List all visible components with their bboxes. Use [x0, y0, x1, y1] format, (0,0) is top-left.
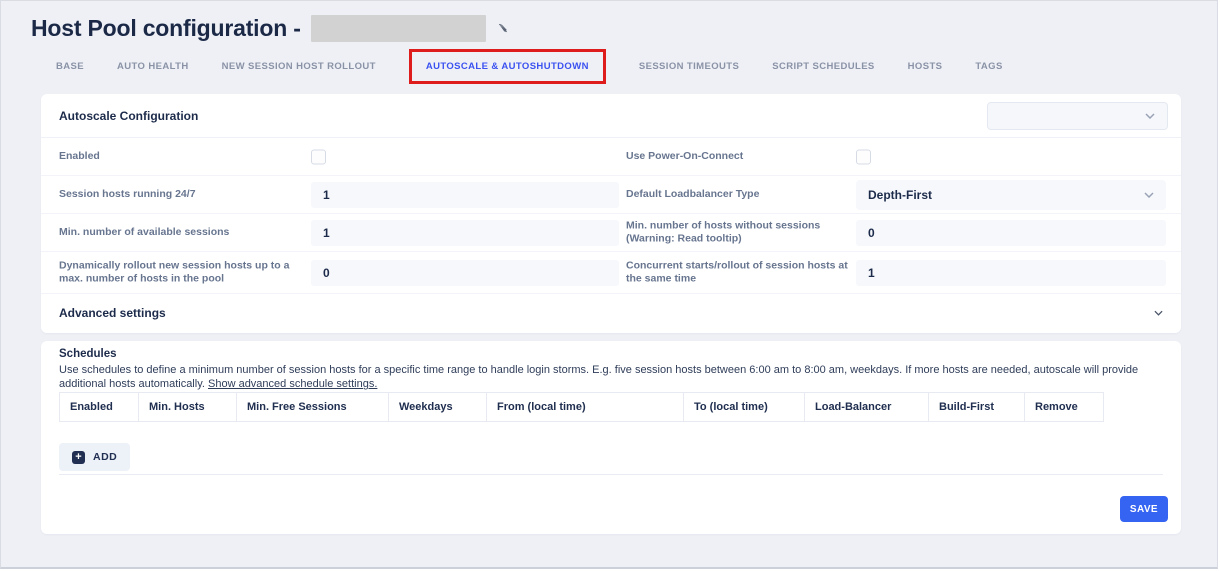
default-loadbalancer-type-label: Default Loadbalancer Type [626, 188, 854, 202]
schedules-card: Schedules Use schedules to define a mini… [41, 341, 1181, 534]
config-tabs: BASE AUTO HEALTH NEW SESSION HOST ROLLOU… [56, 47, 1003, 85]
form-row-session-hosts-247: Session hosts running 24/7 Default Loadb… [41, 176, 1181, 214]
tab-base[interactable]: BASE [56, 61, 84, 72]
dynamic-rollout-label: Dynamically rollout new session hosts up… [59, 259, 301, 286]
host-pool-configuration-page: Host Pool configuration - BASE AUTO HEAL… [0, 0, 1218, 569]
tab-auto-health[interactable]: AUTO HEALTH [117, 61, 189, 72]
col-enabled: Enabled [60, 393, 139, 422]
col-min-hosts: Min. Hosts [139, 393, 237, 422]
tab-new-session-host-rollout[interactable]: NEW SESSION HOST ROLLOUT [222, 61, 376, 72]
schedules-title: Schedules [59, 348, 117, 360]
chevron-down-icon [1144, 192, 1154, 198]
schedules-table: Enabled Min. Hosts Min. Free Sessions We… [59, 392, 1104, 422]
edit-icon[interactable] [496, 21, 511, 36]
footer-divider [59, 474, 1163, 475]
col-from-local-time: From (local time) [487, 393, 684, 422]
advanced-settings-title: Advanced settings [59, 306, 166, 320]
add-schedule-button[interactable]: + ADD [59, 443, 130, 471]
use-power-on-connect-control [856, 149, 1166, 164]
dynamic-rollout-input[interactable] [311, 260, 619, 286]
default-loadbalancer-type-select[interactable]: Depth-First [856, 180, 1166, 210]
min-available-sessions-input[interactable] [311, 220, 619, 246]
tab-autoscale-autoshutdown[interactable]: AUTOSCALE & AUTOSHUTDOWN [409, 49, 606, 84]
tab-session-timeouts[interactable]: SESSION TIMEOUTS [639, 61, 739, 72]
page-title-bar: Host Pool configuration - [31, 15, 511, 42]
tab-hosts[interactable]: HOSTS [908, 61, 943, 72]
chevron-down-icon [1154, 310, 1163, 316]
autoscale-configuration-card: Autoscale Configuration Enabled Use Powe… [41, 94, 1181, 333]
use-power-on-connect-label: Use Power-On-Connect [626, 150, 854, 164]
session-hosts-247-control [311, 182, 619, 208]
plus-icon: + [72, 451, 85, 464]
redacted-hostpool-name [311, 15, 486, 42]
enabled-label: Enabled [59, 150, 301, 164]
dynamic-rollout-control [311, 260, 619, 286]
min-hosts-without-sessions-label: Min. number of hosts without sessions (W… [626, 219, 854, 246]
col-weekdays: Weekdays [389, 393, 487, 422]
page-title: Host Pool configuration - [31, 15, 301, 42]
enabled-control [311, 149, 619, 164]
session-hosts-247-input[interactable] [311, 182, 619, 208]
form-row-dynamic-rollout: Dynamically rollout new session hosts up… [41, 252, 1181, 294]
tab-tags[interactable]: TAGS [975, 61, 1002, 72]
use-power-on-connect-checkbox[interactable] [856, 149, 871, 164]
advanced-settings-toggle[interactable]: Advanced settings [41, 294, 1181, 332]
schedules-description: Use schedules to define a minimum number… [59, 363, 1165, 392]
enabled-checkbox[interactable] [311, 149, 326, 164]
col-min-free-sessions: Min. Free Sessions [237, 393, 389, 422]
save-button[interactable]: SAVE [1120, 496, 1168, 522]
concurrent-starts-control [856, 260, 1166, 286]
concurrent-starts-input[interactable] [856, 260, 1166, 286]
add-button-label: ADD [93, 451, 117, 463]
col-build-first: Build-First [929, 393, 1025, 422]
schedules-table-header-row: Enabled Min. Hosts Min. Free Sessions We… [60, 393, 1104, 422]
default-loadbalancer-type-control: Depth-First [856, 180, 1166, 210]
session-hosts-247-label: Session hosts running 24/7 [59, 188, 301, 202]
show-advanced-schedule-settings-link[interactable]: Show advanced schedule settings. [208, 378, 377, 390]
min-available-sessions-control [311, 220, 619, 246]
min-hosts-without-sessions-control [856, 220, 1166, 246]
min-available-sessions-label: Min. number of available sessions [59, 226, 301, 240]
chevron-down-icon [1145, 113, 1155, 119]
min-hosts-without-sessions-input[interactable] [856, 220, 1166, 246]
col-remove: Remove [1025, 393, 1104, 422]
form-row-min-available-sessions: Min. number of available sessions Min. n… [41, 214, 1181, 252]
form-row-enabled: Enabled Use Power-On-Connect [41, 138, 1181, 176]
tab-script-schedules[interactable]: SCRIPT SCHEDULES [772, 61, 874, 72]
concurrent-starts-label: Concurrent starts/rollout of session hos… [626, 259, 854, 286]
autoscale-card-header: Autoscale Configuration [41, 94, 1181, 138]
autoscale-section-title: Autoscale Configuration [59, 109, 198, 123]
default-loadbalancer-type-value: Depth-First [868, 188, 932, 202]
col-to-local-time: To (local time) [684, 393, 805, 422]
autoscale-profile-select[interactable] [987, 102, 1168, 130]
col-load-balancer: Load-Balancer [805, 393, 929, 422]
